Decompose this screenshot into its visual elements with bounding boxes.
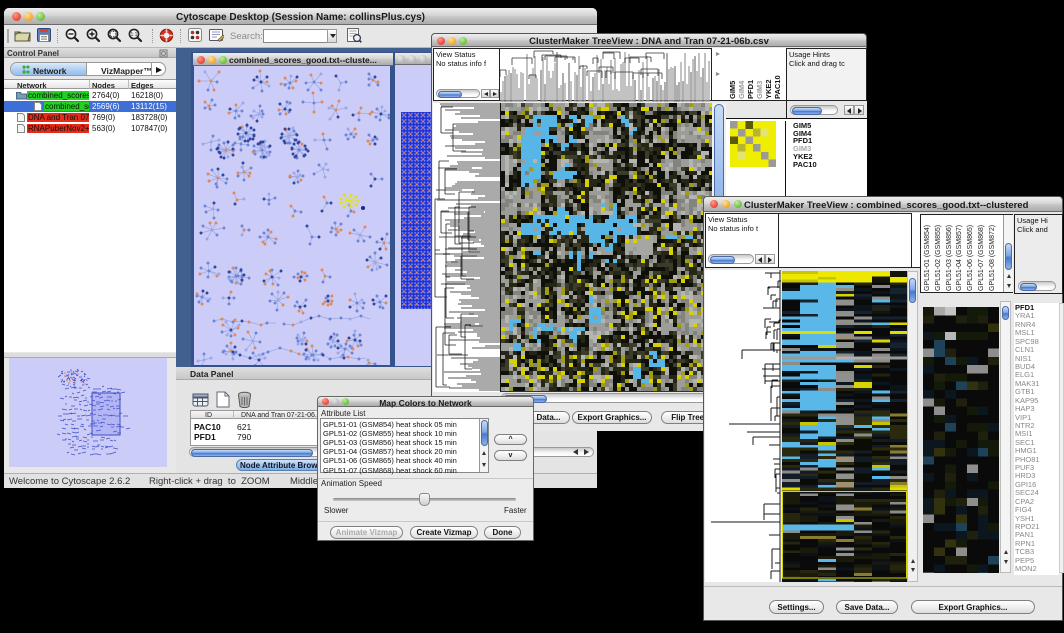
svg-text:1:1: 1:1 xyxy=(131,32,138,38)
